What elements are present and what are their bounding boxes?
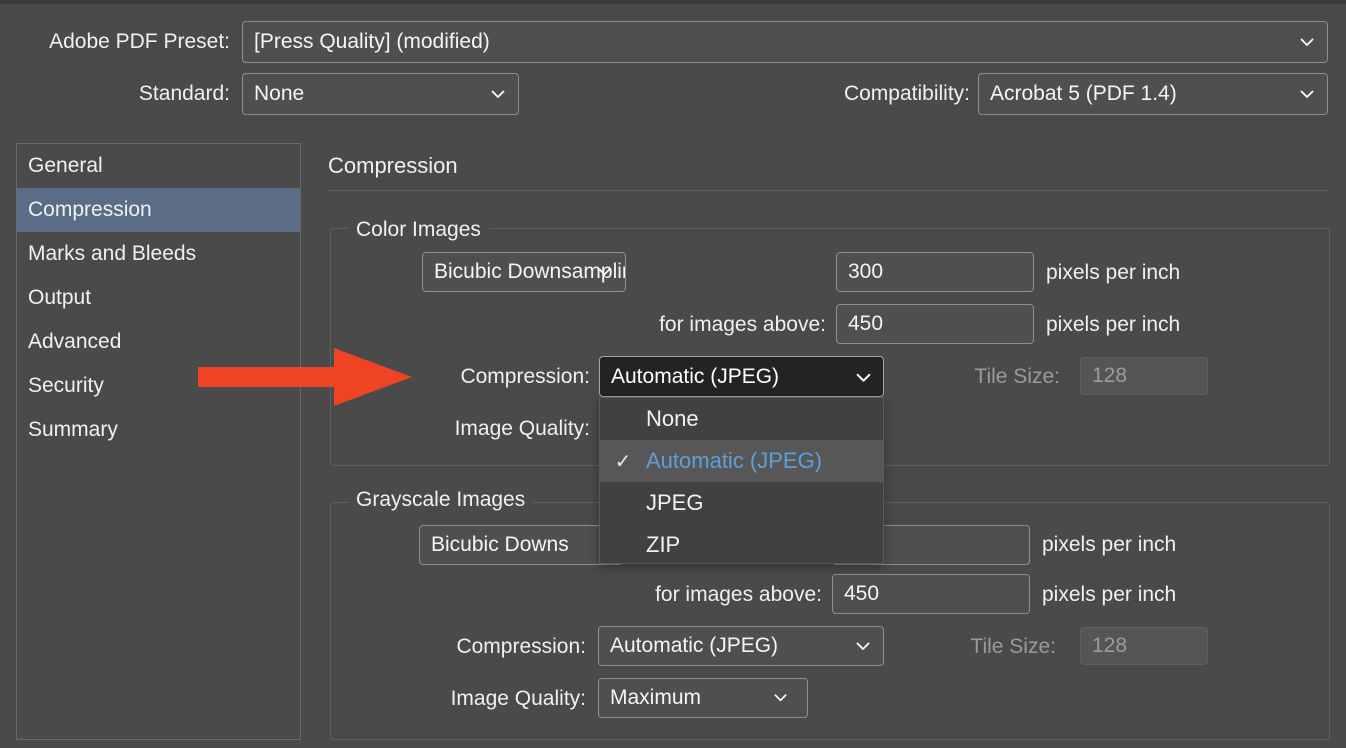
standard-value: None	[254, 82, 305, 105]
compatibility-combobox[interactable]: Acrobat 5 (PDF 1.4)	[978, 73, 1328, 115]
menu-item-jpeg[interactable]: JPEG	[600, 482, 883, 524]
sidebar-item-general[interactable]: General	[17, 144, 300, 188]
color-tile-size-label: Tile Size:	[974, 365, 1060, 388]
grayscale-ppi-unit-label: pixels per inch	[1042, 533, 1177, 556]
sidebar-item-security[interactable]: Security	[17, 364, 300, 408]
color-compression-value: Automatic (JPEG)	[611, 364, 780, 388]
grayscale-above-value: 450	[844, 582, 880, 605]
grayscale-compression-combobox[interactable]: Automatic (JPEG)	[598, 626, 884, 666]
sidebar-item-label: Marks and Bleeds	[28, 242, 197, 265]
grayscale-image-quality-label: Image Quality:	[450, 687, 586, 710]
menu-item-none[interactable]: None	[600, 398, 883, 440]
sidebar-item-label: Security	[28, 374, 104, 397]
sidebar-item-label: Compression	[28, 198, 152, 221]
check-icon: ✓	[614, 450, 632, 473]
color-compression-label: Compression:	[460, 365, 590, 388]
compatibility-value: Acrobat 5 (PDF 1.4)	[990, 82, 1177, 105]
sidebar-item-summary[interactable]: Summary	[17, 408, 300, 452]
grayscale-compression-value: Automatic (JPEG)	[610, 634, 779, 657]
grayscale-above-input[interactable]: 450	[832, 574, 1030, 614]
compatibility-label: Compatibility:	[843, 82, 970, 105]
color-ppi-unit-label: pixels per inch	[1046, 261, 1181, 284]
sidebar-item-compression[interactable]: Compression	[17, 188, 300, 232]
grayscale-above-unit-label: pixels per inch	[1042, 583, 1177, 606]
sidebar-item-label: Summary	[28, 418, 118, 441]
page-title: Compression	[328, 153, 458, 178]
sidebar-item-label: General	[28, 154, 103, 177]
sidebar-item-output[interactable]: Output	[17, 276, 300, 320]
grayscale-tile-size-label: Tile Size:	[970, 635, 1056, 658]
color-compression-combobox[interactable]: Automatic (JPEG)	[599, 356, 884, 397]
grayscale-downsample-value: Bicubic Downs	[431, 533, 569, 556]
menu-item-label: JPEG	[646, 490, 704, 515]
color-above-input[interactable]: 450	[836, 304, 1034, 344]
standard-label: Standard:	[138, 82, 230, 105]
color-downsample-value: Bicubic Downsampling to	[434, 260, 625, 283]
grayscale-tile-size-input: 128	[1080, 627, 1208, 665]
color-tile-size-value: 128	[1092, 364, 1128, 387]
grayscale-above-label: for images above:	[655, 583, 822, 606]
color-downsample-combobox[interactable]: Bicubic Downsampling to	[422, 252, 626, 292]
adobe-pdf-preset-combobox[interactable]: [Press Quality] (modified)	[242, 21, 1328, 63]
chevron-down-icon	[1299, 86, 1315, 102]
chevron-down-icon	[855, 369, 871, 385]
settings-category-list[interactable]: General Compression Marks and Bleeds Out…	[16, 143, 301, 740]
grayscale-downsample-combobox[interactable]: Bicubic Downs	[419, 525, 623, 565]
menu-item-label: None	[646, 406, 699, 431]
menu-item-label: ZIP	[646, 532, 681, 557]
color-images-legend: Color Images	[348, 218, 489, 242]
color-above-value: 450	[848, 312, 884, 335]
sidebar-item-label: Advanced	[28, 330, 122, 353]
menu-item-label: Automatic (JPEG)	[646, 448, 823, 473]
sidebar-item-label: Output	[28, 286, 92, 309]
color-above-unit-label: pixels per inch	[1046, 313, 1181, 336]
grayscale-compression-label: Compression:	[456, 635, 586, 658]
adobe-pdf-preset-label: Adobe PDF Preset:	[49, 30, 230, 53]
chevron-down-icon	[773, 690, 789, 706]
color-ppi-input[interactable]: 300	[836, 252, 1034, 292]
sidebar-item-marks-and-bleeds[interactable]: Marks and Bleeds	[17, 232, 300, 276]
menu-item-automatic-jpeg[interactable]: ✓ Automatic (JPEG)	[600, 440, 883, 482]
menu-item-zip[interactable]: ZIP	[600, 524, 883, 566]
adobe-pdf-preset-value: [Press Quality] (modified)	[254, 30, 490, 53]
panel-divider	[328, 190, 1330, 191]
chevron-down-icon	[490, 86, 506, 102]
standard-combobox[interactable]: None	[242, 73, 519, 115]
color-tile-size-input: 128	[1080, 357, 1208, 395]
sidebar-item-advanced[interactable]: Advanced	[17, 320, 300, 364]
export-pdf-dialog: Adobe PDF Preset: [Press Quality] (modif…	[0, 0, 1346, 748]
grayscale-image-quality-combobox[interactable]: Maximum	[598, 678, 808, 718]
grayscale-image-quality-value: Maximum	[610, 686, 702, 709]
grayscale-tile-size-value: 128	[1092, 634, 1128, 657]
window-top-edge	[0, 0, 1346, 4]
color-image-quality-label: Image Quality:	[454, 417, 590, 440]
compression-dropdown-menu[interactable]: None ✓ Automatic (JPEG) JPEG ZIP	[599, 397, 884, 564]
color-ppi-value: 300	[848, 260, 884, 283]
color-above-label: for images above:	[659, 313, 826, 336]
chevron-down-icon	[1299, 34, 1315, 50]
grayscale-images-legend: Grayscale Images	[348, 488, 534, 512]
